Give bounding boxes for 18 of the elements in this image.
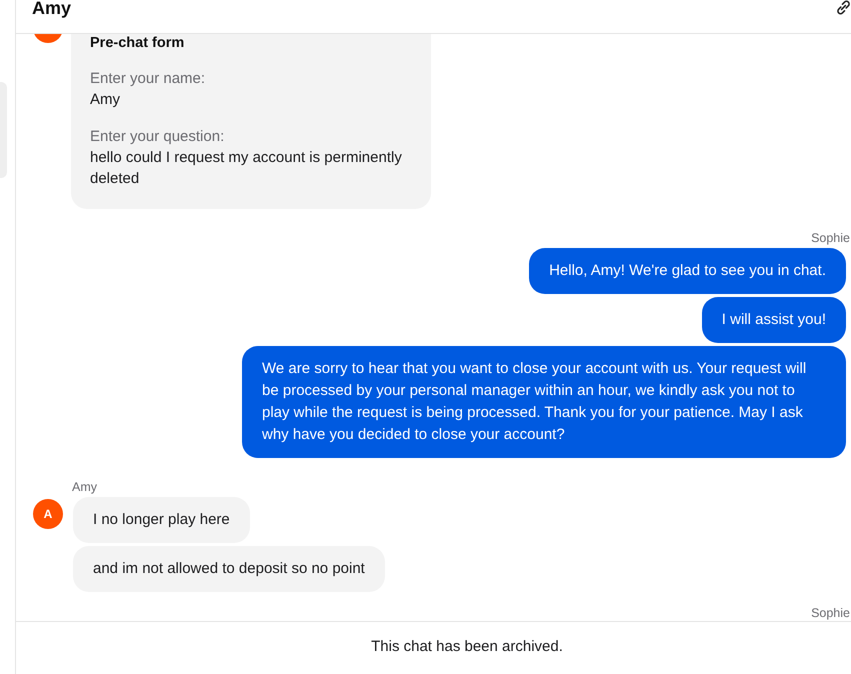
author-name: Amy xyxy=(72,480,97,494)
message-bubble: and im not allowed to deposit so no point xyxy=(73,546,385,592)
message-bubble: We are sorry to hear that you want to close your account with us. Your request will be processed by your personal manager within an hour, we kindly ask you not to play while the request is being processed. Thank you for your patience. May I ask why have you decided to close your account? xyxy=(242,346,846,458)
field-value: hello could I request my account is perminently deleted xyxy=(90,148,403,189)
author-name: Sophie xyxy=(811,231,850,245)
form-title: Pre-chat form xyxy=(90,34,186,52)
archived-notice: This chat has been archived. xyxy=(371,638,563,654)
message-bubble: I no longer play here xyxy=(73,497,250,543)
field-value: Amy xyxy=(90,90,121,110)
link-icon[interactable] xyxy=(836,0,851,15)
message-bubble: I will assist you! xyxy=(702,297,846,343)
avatar: A xyxy=(33,499,63,529)
author-name: Sophie xyxy=(811,606,850,620)
message-bubble: Hello, Amy! We're glad to see you in chat. xyxy=(529,248,846,294)
field-label: Enter your question: xyxy=(90,127,226,147)
chat-title: Amy xyxy=(32,0,72,17)
field-label: Enter your name: xyxy=(90,69,206,89)
avatar-icon xyxy=(33,34,63,43)
